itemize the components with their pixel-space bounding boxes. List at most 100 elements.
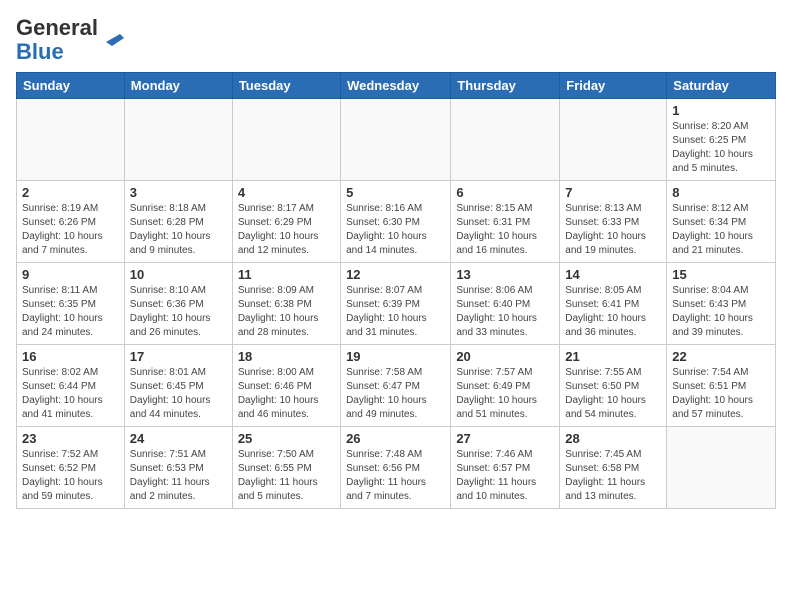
day-number: 7 <box>565 185 661 200</box>
table-row: 19 Sunrise: 7:58 AM Sunset: 6:47 PM Dayli… <box>341 345 451 427</box>
day-number: 1 <box>672 103 770 118</box>
col-saturday: Saturday <box>667 73 776 99</box>
day-info: Sunrise: 8:19 AM Sunset: 6:26 PM Dayligh… <box>22 202 119 258</box>
day-number: 18 <box>238 349 335 364</box>
table-row <box>560 99 667 181</box>
day-info: Sunrise: 7:50 AM Sunset: 6:55 PM Dayligh… <box>238 448 335 504</box>
day-number: 27 <box>456 431 554 446</box>
table-row: 6 Sunrise: 8:15 AM Sunset: 6:31 PM Daylig… <box>451 181 560 263</box>
table-row: 28 Sunrise: 7:45 AM Sunset: 6:58 PM Dayli… <box>560 427 667 509</box>
day-number: 16 <box>22 349 119 364</box>
page: General Blue Sunday Monday Tuesday Wedne… <box>0 0 792 525</box>
logo-text: General Blue <box>16 16 98 64</box>
day-number: 23 <box>22 431 119 446</box>
table-row: 18 Sunrise: 8:00 AM Sunset: 6:46 PM Dayli… <box>232 345 340 427</box>
day-number: 6 <box>456 185 554 200</box>
table-row: 21 Sunrise: 7:55 AM Sunset: 6:50 PM Dayli… <box>560 345 667 427</box>
day-info: Sunrise: 8:01 AM Sunset: 6:45 PM Dayligh… <box>130 366 227 422</box>
table-row: 7 Sunrise: 8:13 AM Sunset: 6:33 PM Daylig… <box>560 181 667 263</box>
table-row: 20 Sunrise: 7:57 AM Sunset: 6:49 PM Dayli… <box>451 345 560 427</box>
calendar-week-row: 16Sunrise: 8:02 AM Sunset: 6:44 PM Dayli… <box>17 345 776 427</box>
day-number: 12 <box>346 267 445 282</box>
day-number: 2 <box>22 185 119 200</box>
header: General Blue <box>16 16 776 64</box>
day-info: Sunrise: 8:18 AM Sunset: 6:28 PM Dayligh… <box>130 202 227 258</box>
table-row: 3Sunrise: 8:18 AM Sunset: 6:28 PM Daylig… <box>124 181 232 263</box>
day-number: 28 <box>565 431 661 446</box>
table-row: 9Sunrise: 8:11 AM Sunset: 6:35 PM Daylig… <box>17 263 125 345</box>
day-number: 21 <box>565 349 661 364</box>
day-number: 8 <box>672 185 770 200</box>
day-number: 15 <box>672 267 770 282</box>
table-row <box>341 99 451 181</box>
table-row <box>451 99 560 181</box>
table-row: 17 Sunrise: 8:01 AM Sunset: 6:45 PM Dayli… <box>124 345 232 427</box>
col-friday: Friday <box>560 73 667 99</box>
col-thursday: Thursday <box>451 73 560 99</box>
table-row <box>17 99 125 181</box>
day-number: 26 <box>346 431 445 446</box>
day-info: Sunrise: 8:15 AM Sunset: 6:31 PM Dayligh… <box>456 202 554 258</box>
table-row: 2 Sunrise: 8:19 AM Sunset: 6:26 PM Daylig… <box>17 181 125 263</box>
day-info: Sunrise: 8:06 AM Sunset: 6:40 PM Dayligh… <box>456 284 554 340</box>
col-wednesday: Wednesday <box>341 73 451 99</box>
col-tuesday: Tuesday <box>232 73 340 99</box>
day-number: 19 <box>346 349 445 364</box>
table-row: 25 Sunrise: 7:50 AM Sunset: 6:55 PM Dayli… <box>232 427 340 509</box>
col-monday: Monday <box>124 73 232 99</box>
day-number: 4 <box>238 185 335 200</box>
table-row <box>124 99 232 181</box>
table-row: 4 Sunrise: 8:17 AM Sunset: 6:29 PM Daylig… <box>232 181 340 263</box>
day-info: Sunrise: 8:11 AM Sunset: 6:35 PM Dayligh… <box>22 284 119 340</box>
table-row: 8 Sunrise: 8:12 AM Sunset: 6:34 PM Daylig… <box>667 181 776 263</box>
day-info: Sunrise: 8:00 AM Sunset: 6:46 PM Dayligh… <box>238 366 335 422</box>
table-row: 24 Sunrise: 7:51 AM Sunset: 6:53 PM Dayli… <box>124 427 232 509</box>
day-info: Sunrise: 7:58 AM Sunset: 6:47 PM Dayligh… <box>346 366 445 422</box>
day-info: Sunrise: 7:57 AM Sunset: 6:49 PM Dayligh… <box>456 366 554 422</box>
logo-general: General <box>16 15 98 40</box>
table-row: 14 Sunrise: 8:05 AM Sunset: 6:41 PM Dayli… <box>560 263 667 345</box>
table-row: 13 Sunrise: 8:06 AM Sunset: 6:40 PM Dayli… <box>451 263 560 345</box>
logo: General Blue <box>16 16 124 64</box>
table-row: 15 Sunrise: 8:04 AM Sunset: 6:43 PM Dayli… <box>667 263 776 345</box>
day-info: Sunrise: 8:10 AM Sunset: 6:36 PM Dayligh… <box>130 284 227 340</box>
table-row <box>667 427 776 509</box>
col-sunday: Sunday <box>17 73 125 99</box>
calendar-table: Sunday Monday Tuesday Wednesday Thursday… <box>16 72 776 509</box>
day-info: Sunrise: 7:46 AM Sunset: 6:57 PM Dayligh… <box>456 448 554 504</box>
day-number: 14 <box>565 267 661 282</box>
calendar-week-row: 1Sunrise: 8:20 AM Sunset: 6:25 PM Daylig… <box>17 99 776 181</box>
table-row: 23 Sunrise: 7:52 AM Sunset: 6:52 PM Dayli… <box>17 427 125 509</box>
day-number: 24 <box>130 431 227 446</box>
day-number: 25 <box>238 431 335 446</box>
table-row: 1Sunrise: 8:20 AM Sunset: 6:25 PM Daylig… <box>667 99 776 181</box>
day-number: 22 <box>672 349 770 364</box>
day-info: Sunrise: 8:17 AM Sunset: 6:29 PM Dayligh… <box>238 202 335 258</box>
day-info: Sunrise: 7:52 AM Sunset: 6:52 PM Dayligh… <box>22 448 119 504</box>
table-row: 27 Sunrise: 7:46 AM Sunset: 6:57 PM Dayli… <box>451 427 560 509</box>
day-info: Sunrise: 8:12 AM Sunset: 6:34 PM Dayligh… <box>672 202 770 258</box>
day-info: Sunrise: 7:55 AM Sunset: 6:50 PM Dayligh… <box>565 366 661 422</box>
calendar-week-row: 9Sunrise: 8:11 AM Sunset: 6:35 PM Daylig… <box>17 263 776 345</box>
day-info: Sunrise: 8:09 AM Sunset: 6:38 PM Dayligh… <box>238 284 335 340</box>
logo-blue: Blue <box>16 39 64 64</box>
day-info: Sunrise: 8:05 AM Sunset: 6:41 PM Dayligh… <box>565 284 661 340</box>
day-info: Sunrise: 8:04 AM Sunset: 6:43 PM Dayligh… <box>672 284 770 340</box>
table-row: 5Sunrise: 8:16 AM Sunset: 6:30 PM Daylig… <box>341 181 451 263</box>
day-info: Sunrise: 8:07 AM Sunset: 6:39 PM Dayligh… <box>346 284 445 340</box>
calendar-week-row: 23 Sunrise: 7:52 AM Sunset: 6:52 PM Dayli… <box>17 427 776 509</box>
table-row: 11Sunrise: 8:09 AM Sunset: 6:38 PM Dayli… <box>232 263 340 345</box>
day-number: 10 <box>130 267 227 282</box>
day-info: Sunrise: 7:45 AM Sunset: 6:58 PM Dayligh… <box>565 448 661 504</box>
day-info: Sunrise: 7:54 AM Sunset: 6:51 PM Dayligh… <box>672 366 770 422</box>
logo-icon <box>102 24 124 46</box>
calendar-header-row: Sunday Monday Tuesday Wednesday Thursday… <box>17 73 776 99</box>
day-number: 20 <box>456 349 554 364</box>
day-info: Sunrise: 8:16 AM Sunset: 6:30 PM Dayligh… <box>346 202 445 258</box>
day-number: 13 <box>456 267 554 282</box>
day-info: Sunrise: 7:51 AM Sunset: 6:53 PM Dayligh… <box>130 448 227 504</box>
day-number: 17 <box>130 349 227 364</box>
day-info: Sunrise: 8:13 AM Sunset: 6:33 PM Dayligh… <box>565 202 661 258</box>
calendar-week-row: 2 Sunrise: 8:19 AM Sunset: 6:26 PM Daylig… <box>17 181 776 263</box>
day-info: Sunrise: 7:48 AM Sunset: 6:56 PM Dayligh… <box>346 448 445 504</box>
